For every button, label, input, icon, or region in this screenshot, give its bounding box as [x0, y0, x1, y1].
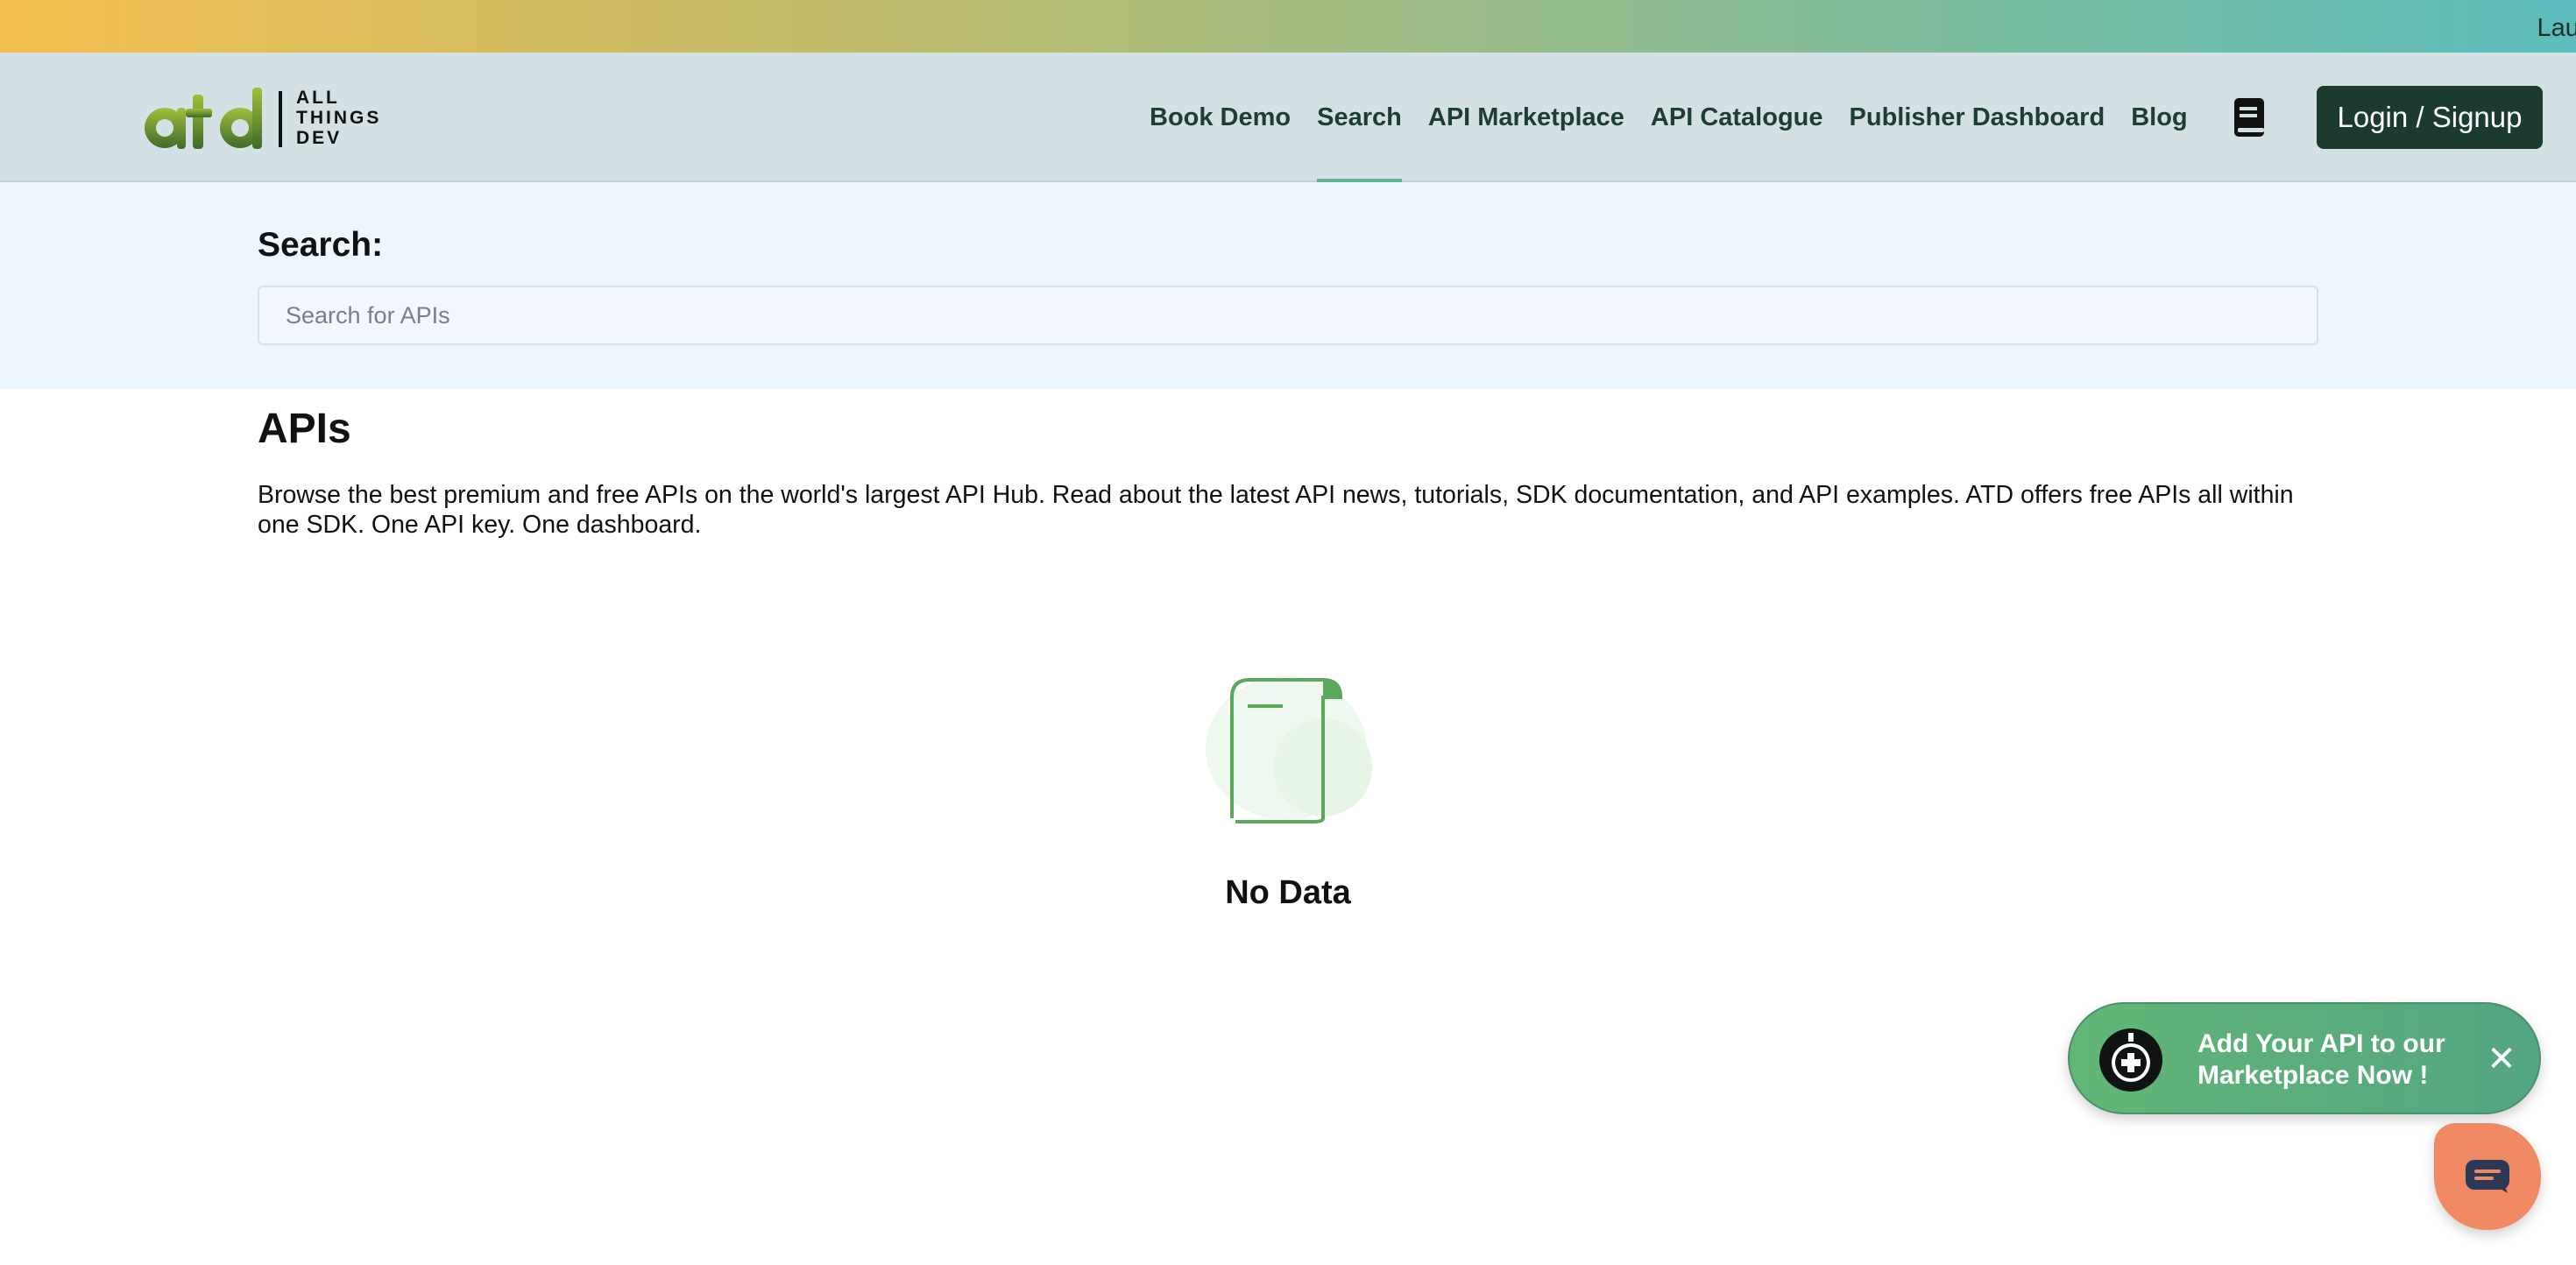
chat-launcher-button[interactable]	[2434, 1123, 2541, 1230]
search-label: Search:	[258, 226, 384, 264]
promo-text: Add Your API to our Marketplace Now !	[2197, 1029, 2445, 1090]
brand-line: ALL	[296, 88, 340, 108]
announcement-text: Laun	[2537, 14, 2576, 42]
plus-badge-icon	[2099, 1028, 2162, 1092]
chat-icon	[2466, 1160, 2509, 1193]
search-input[interactable]	[258, 286, 2318, 345]
nav-book-demo[interactable]: Book Demo	[1150, 53, 1291, 182]
nav-api-catalogue[interactable]: API Catalogue	[1651, 53, 1823, 182]
nav-publisher-dashboard[interactable]: Publisher Dashboard	[1850, 53, 2105, 182]
add-api-promo[interactable]: Add Your API to our Marketplace Now ! ✕	[2068, 1002, 2541, 1114]
main-nav: Book Demo Search API Marketplace API Cat…	[1150, 53, 2214, 184]
announcement-bar: Laun	[0, 0, 2576, 53]
nav-search[interactable]: Search	[1317, 53, 1402, 184]
page-title: APIs	[258, 406, 351, 452]
nav-api-marketplace[interactable]: API Marketplace	[1428, 53, 1624, 182]
search-section: Search:	[0, 182, 2576, 389]
login-signup-button[interactable]: Login / Signup	[2317, 86, 2543, 149]
brand-line: THINGS	[296, 108, 382, 128]
book-icon[interactable]	[2231, 96, 2268, 138]
nav-blog[interactable]: Blog	[2131, 53, 2187, 182]
site-header: ALL THINGS DEV Book Demo Search API Mark…	[0, 53, 2576, 184]
brand-wordmark: ALL THINGS DEV	[296, 88, 381, 148]
empty-state-icon	[1206, 676, 1372, 823]
page-description: Browse the best premium and free APIs on…	[258, 481, 2294, 539]
brand-line: DEV	[296, 128, 343, 148]
empty-state-text: No Data	[1225, 874, 1351, 911]
close-icon[interactable]: ✕	[2478, 1035, 2525, 1083]
